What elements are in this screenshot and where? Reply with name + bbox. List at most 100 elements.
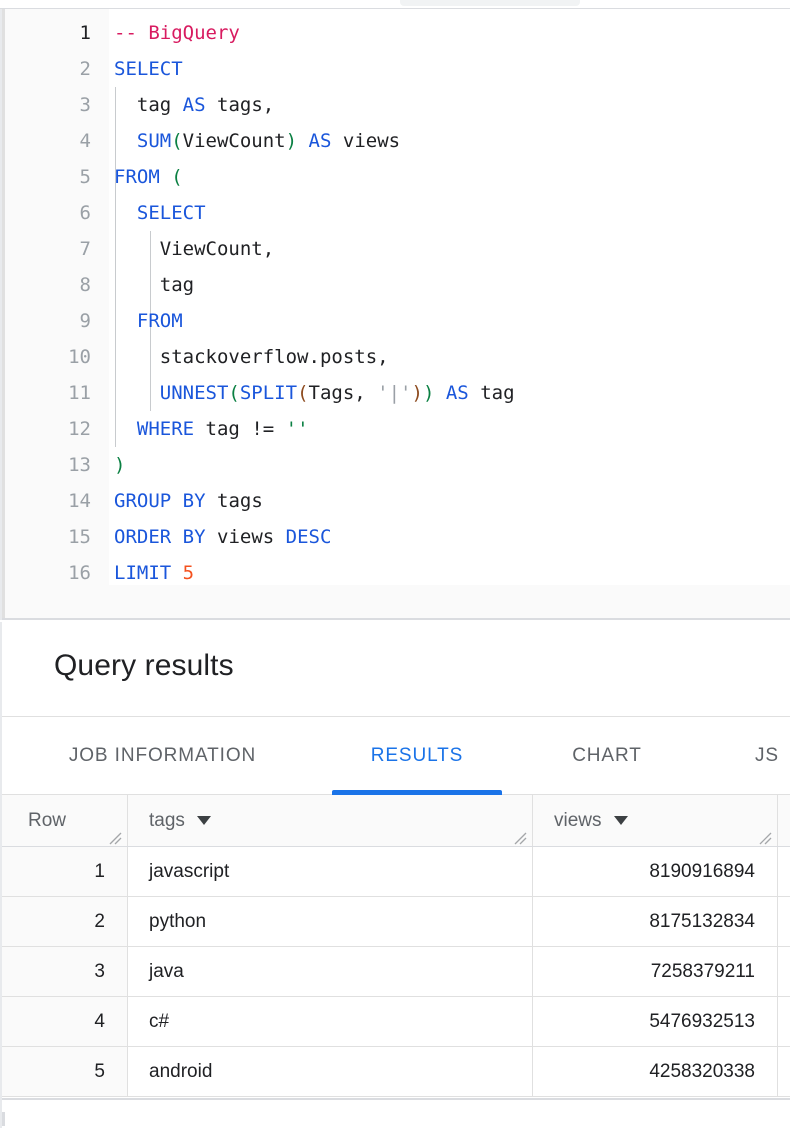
results-tab-bar: JOB INFORMATION RESULTS CHART JS bbox=[2, 717, 790, 795]
column-divider bbox=[127, 997, 128, 1046]
table-row[interactable]: 3java7258379211 bbox=[2, 947, 790, 997]
code-line[interactable]: 13) bbox=[2, 447, 790, 483]
line-number: 11 bbox=[5, 375, 91, 411]
code-line[interactable]: 3 tag AS tags, bbox=[2, 87, 790, 123]
query-results-header: Query results bbox=[2, 622, 790, 717]
column-divider bbox=[532, 997, 533, 1046]
line-number: 1 bbox=[5, 15, 91, 51]
code-line[interactable]: 9 FROM bbox=[2, 303, 790, 339]
line-number: 6 bbox=[5, 195, 91, 231]
code-text: FROM ( bbox=[114, 159, 183, 195]
table-row[interactable]: 2python8175132834 bbox=[2, 897, 790, 947]
code-line[interactable]: 8 tag bbox=[2, 267, 790, 303]
cell-tags: android bbox=[127, 1047, 532, 1096]
table-row[interactable]: 5android4258320338 bbox=[2, 1047, 790, 1097]
line-number: 8 bbox=[5, 267, 91, 303]
code-line[interactable]: 12 WHERE tag != '' bbox=[2, 411, 790, 447]
line-number: 13 bbox=[5, 447, 91, 483]
cell-row: 1 bbox=[2, 847, 127, 896]
table-row[interactable]: 1javascript8190916894 bbox=[2, 847, 790, 897]
column-divider bbox=[777, 897, 778, 946]
tab-label: CHART bbox=[572, 745, 642, 767]
editor-bottom-divider bbox=[2, 618, 790, 620]
cell-views: 4258320338 bbox=[532, 1047, 777, 1096]
code-text: FROM bbox=[114, 303, 183, 339]
code-line[interactable]: 16LIMIT 5 bbox=[2, 555, 790, 591]
tab-job-information[interactable]: JOB INFORMATION bbox=[20, 717, 305, 795]
line-number: 4 bbox=[5, 123, 91, 159]
code-line[interactable]: 1 -- BigQuery bbox=[2, 15, 790, 51]
column-divider bbox=[532, 1047, 533, 1096]
chevron-down-icon[interactable] bbox=[614, 816, 628, 825]
line-number: 10 bbox=[5, 339, 91, 375]
tab-chart[interactable]: CHART bbox=[532, 717, 682, 795]
code-line[interactable]: 11 UNNEST(SPLIT(Tags, '|')) AS tag bbox=[2, 375, 790, 411]
cell-row: 2 bbox=[2, 897, 127, 946]
code-text: WHERE tag != '' bbox=[114, 411, 309, 447]
column-divider bbox=[127, 795, 128, 846]
code-line[interactable]: 7 ViewCount, bbox=[2, 231, 790, 267]
column-divider bbox=[532, 847, 533, 896]
code-line[interactable]: 15ORDER BY views DESC bbox=[2, 519, 790, 555]
line-number: 3 bbox=[5, 87, 91, 123]
column-divider bbox=[532, 897, 533, 946]
cell-tags: python bbox=[127, 897, 532, 946]
chevron-down-icon[interactable] bbox=[197, 816, 211, 825]
tab-js[interactable]: JS bbox=[742, 717, 790, 795]
code-line[interactable]: 14GROUP BY tags bbox=[2, 483, 790, 519]
line-number: 12 bbox=[5, 411, 91, 447]
sql-query-editor[interactable]: 1-- BigQuery2SELECT3 tag AS tags,4 SUM(V… bbox=[0, 9, 790, 620]
cell-tags: java bbox=[127, 947, 532, 996]
code-line[interactable]: 2 SELECT bbox=[2, 51, 790, 87]
query-results-panel: Query results JOB INFORMATION RESULTS CHAR… bbox=[0, 622, 790, 1128]
tab-results[interactable]: RESULTS bbox=[332, 717, 502, 795]
column-divider bbox=[127, 947, 128, 996]
code-text: SELECT bbox=[114, 51, 183, 87]
code-text: ViewCount, bbox=[114, 231, 274, 267]
column-resize-handle[interactable] bbox=[759, 830, 773, 844]
code-text: SUM(ViewCount) AS views bbox=[114, 123, 400, 159]
cell-views: 8190916894 bbox=[532, 847, 777, 896]
results-table-bottom-divider bbox=[2, 1098, 790, 1100]
code-line[interactable]: 5 FROM ( bbox=[2, 159, 790, 195]
cell-views: 8175132834 bbox=[532, 897, 777, 946]
column-header-views[interactable]: views bbox=[532, 795, 777, 846]
code-text: -- BigQuery bbox=[114, 15, 240, 51]
cell-row: 5 bbox=[2, 1047, 127, 1096]
line-number: 5 bbox=[5, 159, 91, 195]
code-text: SELECT bbox=[114, 195, 206, 231]
column-header-row: Row bbox=[2, 795, 127, 846]
tab-label: JS bbox=[755, 745, 779, 767]
column-divider bbox=[777, 997, 778, 1046]
column-resize-handle[interactable] bbox=[109, 830, 123, 844]
table-row[interactable]: 4c#5476932513 bbox=[2, 997, 790, 1047]
cell-views: 7258379211 bbox=[532, 947, 777, 996]
code-text: UNNEST(SPLIT(Tags, '|')) AS tag bbox=[114, 375, 515, 411]
code-text: tag AS tags, bbox=[114, 87, 274, 123]
cell-views: 5476932513 bbox=[532, 997, 777, 1046]
line-number: 9 bbox=[5, 303, 91, 339]
top-toolbar-sliver bbox=[0, 0, 790, 9]
column-header-label: Row bbox=[28, 810, 66, 832]
column-resize-handle[interactable] bbox=[514, 830, 528, 844]
line-number: 7 bbox=[5, 231, 91, 267]
cell-tags: javascript bbox=[127, 847, 532, 896]
code-line[interactable]: 10 stackoverflow.posts, bbox=[2, 339, 790, 375]
code-line[interactable]: 6 SELECT bbox=[2, 195, 790, 231]
line-number: 2 bbox=[5, 51, 91, 87]
code-text: ORDER BY views DESC bbox=[114, 519, 331, 555]
column-divider bbox=[777, 1047, 778, 1096]
panel-left-tick bbox=[2, 1112, 5, 1126]
column-divider bbox=[127, 1047, 128, 1096]
line-number: 14 bbox=[5, 483, 91, 519]
toolbar-pill bbox=[400, 0, 580, 6]
code-text: ) bbox=[114, 447, 125, 483]
column-header-tags[interactable]: tags bbox=[127, 795, 532, 846]
column-header-label: tags bbox=[149, 810, 185, 832]
page-title: Query results bbox=[54, 649, 234, 683]
code-text: tag bbox=[114, 267, 194, 303]
tab-label: RESULTS bbox=[371, 745, 464, 767]
column-divider bbox=[127, 847, 128, 896]
code-line[interactable]: 4 SUM(ViewCount) AS views bbox=[2, 123, 790, 159]
cell-row: 3 bbox=[2, 947, 127, 996]
